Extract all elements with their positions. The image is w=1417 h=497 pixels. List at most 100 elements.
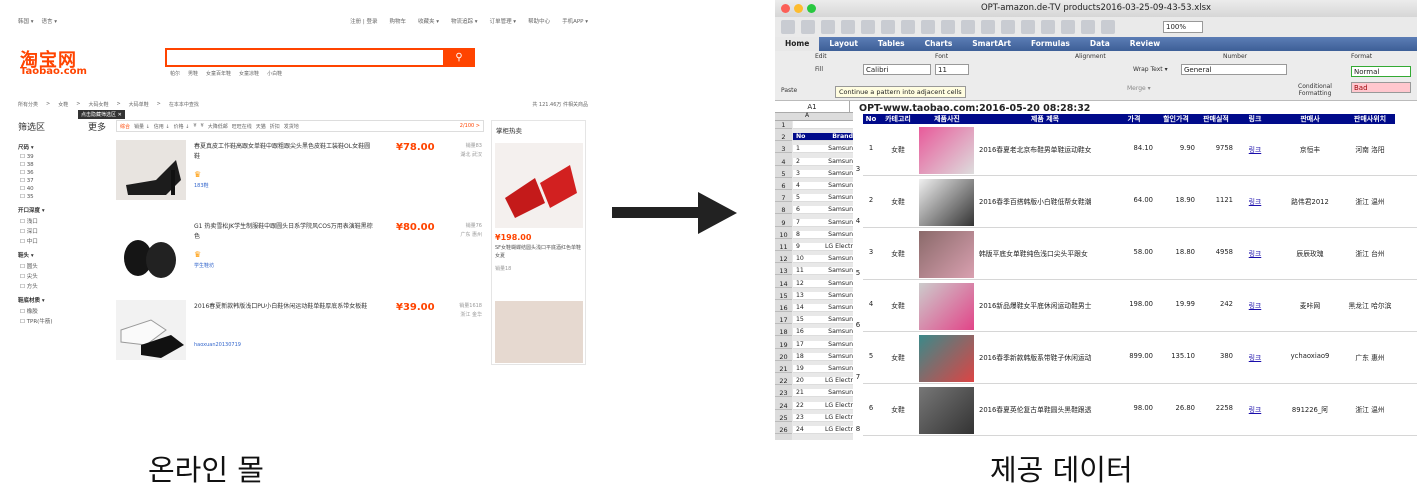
- filter-option[interactable]: ☐ 40: [18, 186, 106, 192]
- toolbox-icon[interactable]: [1081, 20, 1095, 34]
- row-number[interactable]: 12: [775, 255, 792, 264]
- cell-no[interactable]: 16: [793, 328, 819, 337]
- save-icon[interactable]: [841, 20, 855, 34]
- overlay-header-cell[interactable]: 링크: [1235, 114, 1275, 124]
- overlay-cell-sales[interactable]: 9758: [1199, 144, 1233, 152]
- overlay-row-number[interactable]: 5: [853, 269, 863, 277]
- product-title[interactable]: 春夏真皮工作鞋高跟女单鞋中跟粗跟尖头黑色皮鞋工装鞋OL女鞋圆鞋: [194, 142, 374, 161]
- hot-keyword[interactable]: 女童百年鞋: [206, 70, 231, 77]
- row-number[interactable]: 1: [775, 121, 792, 130]
- column-letter[interactable]: A: [805, 112, 809, 119]
- overlay-cell-seller[interactable]: 路伟君2012: [1277, 196, 1343, 206]
- tab-layout[interactable]: Layout: [819, 37, 868, 51]
- redo-icon[interactable]: [981, 20, 995, 34]
- product-photo[interactable]: [919, 179, 974, 226]
- filter-group-sole[interactable]: 鞋底材质 ▾: [18, 296, 106, 304]
- discount-check[interactable]: 折扣: [270, 123, 280, 130]
- overlay-cell-disc[interactable]: 9.90: [1157, 144, 1195, 152]
- overlay-cell-sales[interactable]: 1121: [1199, 196, 1233, 204]
- overlay-cell-cat[interactable]: 女鞋: [881, 144, 915, 154]
- row-number[interactable]: 10: [775, 231, 792, 239]
- conditional-formatting-button[interactable]: Conditional Formatting: [1295, 83, 1335, 97]
- cell-brand[interactable]: Samsun: [819, 218, 853, 227]
- shop-name[interactable]: 183鞋: [194, 182, 209, 189]
- overlay-header-cell[interactable]: 판매사위치: [1345, 114, 1395, 124]
- row-number[interactable]: 9: [775, 219, 792, 227]
- zoom-window-button[interactable]: [807, 4, 816, 13]
- zoom-select[interactable]: 100%: [1163, 21, 1203, 33]
- close-window-button[interactable]: [781, 4, 790, 13]
- row-number[interactable]: 26: [775, 426, 792, 435]
- cell-no[interactable]: 17: [793, 340, 819, 349]
- format-painter-icon[interactable]: [941, 20, 955, 34]
- cell-no[interactable]: 15: [793, 316, 819, 325]
- hot-keyword[interactable]: 小白鞋: [267, 70, 282, 77]
- row-number[interactable]: 24: [775, 402, 792, 410]
- overlay-cell-no[interactable]: 5: [865, 352, 877, 360]
- sort-credit[interactable]: 信用 ↓: [154, 123, 170, 130]
- paste-button[interactable]: Paste: [781, 87, 797, 94]
- tab-formulas[interactable]: Formulas: [1021, 37, 1080, 51]
- overlay-cell-no[interactable]: 3: [865, 248, 877, 256]
- overlay-header-cell[interactable]: No: [863, 114, 879, 124]
- filter-option[interactable]: ☐ 尖头: [18, 272, 106, 280]
- product-item[interactable]: G1 热卖雪松JK学生制服鞋中跟圆头日系学院风COS万用表演鞋黑棕色 ♛ 学生鞋…: [116, 220, 484, 280]
- row-number[interactable]: 16: [775, 304, 792, 313]
- cell-no[interactable]: 4: [793, 182, 819, 191]
- cell-brand[interactable]: LG Electr: [819, 377, 853, 386]
- hot-product-image[interactable]: [495, 301, 583, 363]
- overlay-row-number[interactable]: 4: [853, 217, 863, 225]
- cell-no[interactable]: No: [793, 133, 819, 142]
- overlay-cell-cat[interactable]: 女鞋: [881, 300, 915, 310]
- overlay-cell-price[interactable]: 64.00: [1115, 196, 1153, 204]
- filter-more[interactable]: 更多: [88, 120, 106, 133]
- breadcrumb-item[interactable]: 大码单鞋: [129, 101, 149, 108]
- overlay-cell-loc[interactable]: 浙江 台州: [1347, 248, 1393, 258]
- overlay-cell-seller[interactable]: 京恒丰: [1277, 144, 1343, 154]
- filter-option[interactable]: ☐ 35: [18, 194, 106, 200]
- cell-brand[interactable]: Samsun: [819, 267, 853, 276]
- overlay-cell-disc[interactable]: 135.10: [1157, 352, 1195, 360]
- overlay-cell-disc[interactable]: 18.90: [1157, 196, 1195, 204]
- cell-no[interactable]: 9: [793, 243, 819, 252]
- overlay-header-cell[interactable]: 제품사진: [917, 114, 977, 124]
- template-icon[interactable]: [801, 20, 815, 34]
- overlay-cell-sales[interactable]: 2258: [1199, 404, 1233, 412]
- product-photo[interactable]: [919, 127, 974, 174]
- overlay-header-cell[interactable]: 제품 제목: [977, 114, 1113, 124]
- cell-brand[interactable]: [819, 121, 853, 130]
- open-icon[interactable]: [821, 20, 835, 34]
- cell-brand[interactable]: Samsun: [819, 145, 853, 154]
- overlay-cell-cat[interactable]: 女鞋: [881, 352, 915, 362]
- overlay-cell-title[interactable]: 2016新品爆鞋女平底休闲运动鞋男士: [979, 300, 1111, 310]
- cell-no[interactable]: 22: [793, 401, 819, 410]
- sort-sales[interactable]: 销量 ↓: [134, 123, 150, 130]
- overlay-row-number[interactable]: 7: [853, 373, 863, 381]
- cell-no[interactable]: 13: [793, 291, 819, 300]
- search-input[interactable]: [165, 48, 475, 67]
- cell-no[interactable]: 2: [793, 157, 819, 166]
- cell-no[interactable]: 23: [793, 413, 819, 422]
- paste-icon[interactable]: [921, 20, 935, 34]
- cell-no[interactable]: 8: [793, 230, 819, 239]
- cut-icon[interactable]: [881, 20, 895, 34]
- overlay-cell-price[interactable]: 58.00: [1115, 248, 1153, 256]
- filter-icon[interactable]: [1041, 20, 1055, 34]
- overlay-cell-link[interactable]: 링크: [1237, 248, 1273, 258]
- cell-no[interactable]: 24: [793, 426, 819, 435]
- product-photo[interactable]: [919, 231, 974, 278]
- product-item[interactable]: 2016春夏新款韩版浅口PU小白鞋休闲运动鞋单鞋厚底系带女板鞋 haoxuan2…: [116, 300, 484, 360]
- overlay-cell-disc[interactable]: 18.80: [1157, 248, 1195, 256]
- tab-charts[interactable]: Charts: [915, 37, 963, 51]
- cell-brand[interactable]: Samsun: [819, 182, 853, 191]
- filter-group-size[interactable]: 尺码 ▾: [18, 143, 106, 151]
- cell-no[interactable]: 1: [793, 145, 819, 154]
- overlay-cell-sales[interactable]: 4958: [1199, 248, 1233, 256]
- row-number[interactable]: 21: [775, 365, 792, 374]
- overlay-cell-price[interactable]: 98.00: [1115, 404, 1153, 412]
- product-photo[interactable]: [919, 283, 974, 330]
- overlay-cell-disc[interactable]: 26.80: [1157, 404, 1195, 412]
- product-image[interactable]: [116, 300, 186, 360]
- search-button[interactable]: ⚲: [443, 48, 475, 67]
- price-max-input[interactable]: ¥: [201, 123, 204, 129]
